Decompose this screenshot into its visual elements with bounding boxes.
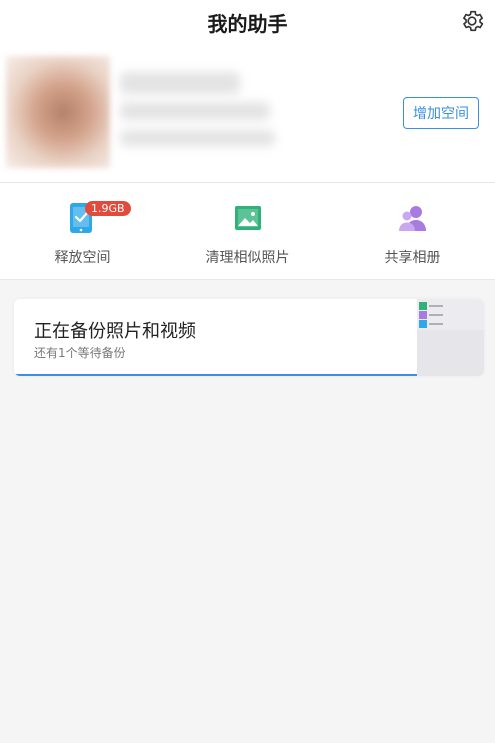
image-icon <box>234 206 261 230</box>
avatar[interactable] <box>6 56 110 168</box>
shared-album-label: 共享相册 <box>384 250 441 266</box>
top-bar: 我的助手 <box>0 0 495 44</box>
storage-badge: 1.9GB <box>85 201 131 216</box>
profile-section: 增加空间 <box>0 44 495 183</box>
backup-progress-bar <box>14 374 419 376</box>
people-icon <box>398 206 426 231</box>
add-space-button[interactable]: 增加空间 <box>403 97 479 129</box>
username-blurred <box>120 72 240 94</box>
backup-title: 正在备份照片和视频 <box>34 321 196 342</box>
backup-subtitle: 还有1个等待备份 <box>34 346 126 360</box>
gear-icon[interactable] <box>459 8 485 34</box>
clean-similar-photos-action[interactable]: 清理相似照片 <box>165 183 330 279</box>
clean-similar-photos-label: 清理相似照片 <box>205 250 290 266</box>
storage-info-blurred <box>120 130 275 146</box>
backup-thumbnail <box>417 299 484 376</box>
page-title: 我的助手 <box>207 12 288 36</box>
backup-status-card[interactable]: 正在备份照片和视频 还有1个等待备份 <box>14 299 484 376</box>
shared-album-action[interactable]: 共享相册 <box>330 183 495 279</box>
free-space-action[interactable]: 1.9GB 释放空间 <box>0 183 165 279</box>
account-info-blurred <box>120 102 270 120</box>
free-space-label: 释放空间 <box>54 250 111 266</box>
action-bar: 1.9GB 释放空间 清理相似照片 共享相册 <box>0 183 495 280</box>
